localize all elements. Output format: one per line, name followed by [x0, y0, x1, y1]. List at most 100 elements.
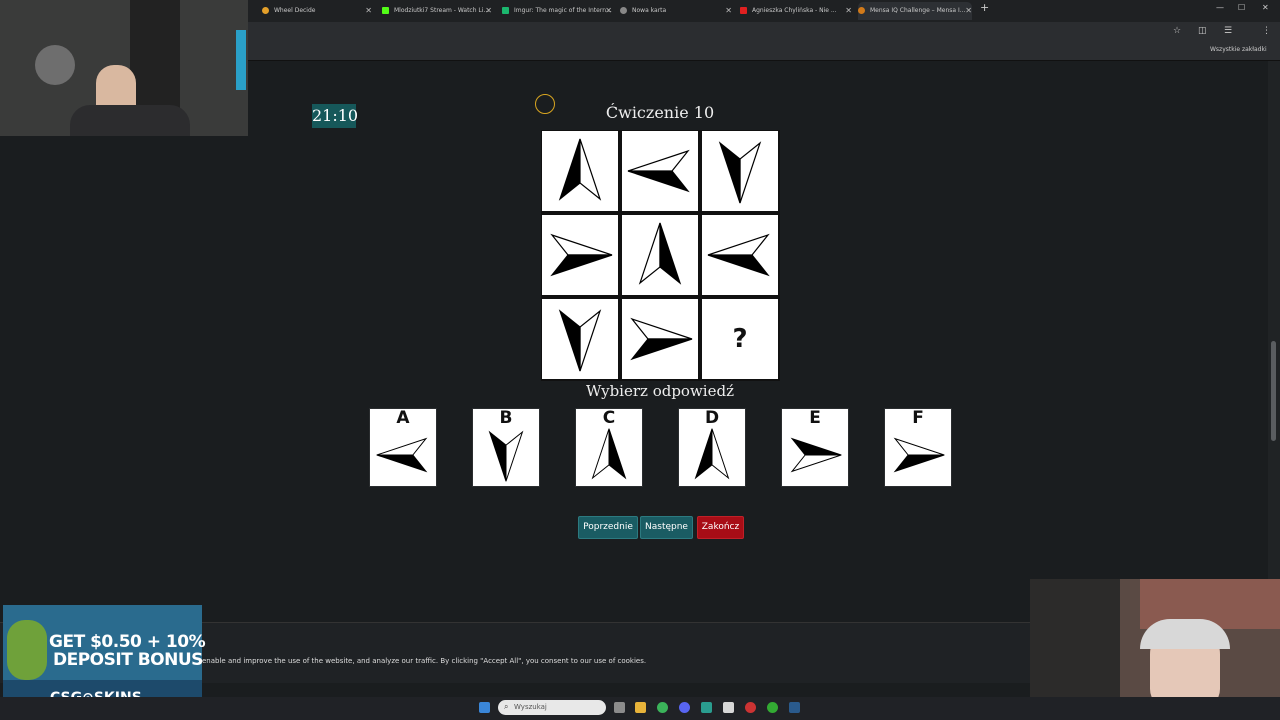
arrow-left-half — [739, 141, 762, 204]
answer-option-b[interactable]: B — [472, 408, 540, 487]
option-label: A — [396, 408, 410, 428]
tab-stream[interactable]: Mlodziutki7 Stream - Watch Li... ✕ — [382, 2, 492, 20]
tab-label: Agnieszka Chylińska - Nie ... — [752, 7, 837, 14]
arrow-figure — [638, 222, 682, 285]
puzzle-cell — [542, 131, 618, 211]
arrow-right-half — [376, 437, 428, 456]
arrow-figure — [718, 141, 762, 204]
arrow-left-half — [694, 428, 713, 480]
minimize-icon[interactable]: — — [1216, 3, 1224, 12]
tab-imgur[interactable]: Imgur: The magic of the Intern... ✕ — [502, 2, 612, 20]
extensions-icon[interactable]: ◫ — [1198, 26, 1207, 36]
puzzle-grid: ? — [541, 130, 780, 381]
choose-answer-label: Wybierz odpowiedź — [586, 382, 734, 400]
wheel-favicon-icon — [262, 7, 269, 14]
promo-line-1: GET $0.50 + 10% — [49, 632, 206, 652]
puzzle-cell — [622, 215, 698, 295]
answer-option-e[interactable]: E — [781, 408, 849, 487]
close-tab-icon[interactable]: ✕ — [605, 2, 612, 20]
light-strip — [236, 30, 246, 90]
chrome-favicon-icon — [620, 7, 627, 14]
arrow-left-half — [376, 454, 428, 473]
star-icon[interactable]: ☆ — [1173, 26, 1181, 36]
arrow-right-half — [790, 454, 842, 473]
arrow-right-half — [627, 149, 690, 172]
close-window-icon[interactable]: ✕ — [1262, 3, 1269, 12]
arrow-left-half — [627, 170, 690, 193]
next-button[interactable]: Następne — [640, 516, 693, 539]
arrow-figure — [558, 138, 602, 201]
answer-option-d[interactable]: D — [678, 408, 746, 487]
tab-youtube[interactable]: Agnieszka Chylińska - Nie ... ✕ — [740, 2, 852, 20]
arrow-right-half — [579, 138, 602, 201]
tab-label: Mensa IQ Challenge – Mensa I... — [870, 7, 966, 14]
chrome-icon[interactable] — [657, 702, 668, 713]
option-label: E — [809, 408, 821, 428]
kick-favicon-icon — [382, 7, 389, 14]
puzzle-cell — [542, 299, 618, 379]
arrow-left-half — [579, 309, 602, 372]
page-title: Ćwiczenie 10 — [605, 103, 715, 122]
steam-icon[interactable] — [789, 702, 800, 713]
arrow-right-half — [659, 222, 682, 285]
close-tab-icon[interactable]: ✕ — [365, 2, 372, 20]
tab-mensa[interactable]: Mensa IQ Challenge – Mensa I... ✕ — [858, 2, 972, 20]
imgur-favicon-icon — [502, 7, 509, 14]
app-icon[interactable] — [767, 702, 778, 713]
file-explorer-icon[interactable] — [635, 702, 646, 713]
tab-label: Wheel Decide — [274, 7, 316, 14]
tab-new[interactable]: Nowa karta ✕ — [620, 2, 732, 20]
timer: 21:10 — [312, 104, 358, 128]
menu-icon[interactable]: ⋮ — [1262, 26, 1271, 36]
answer-option-a[interactable]: A — [369, 408, 437, 487]
maximize-icon[interactable]: ☐ — [1238, 3, 1245, 12]
arrow-left-half — [707, 254, 770, 277]
answer-option-f[interactable]: F — [884, 408, 952, 487]
arrow-right-half — [893, 454, 945, 473]
puzzle-cell — [542, 215, 618, 295]
task-view-icon[interactable] — [614, 702, 625, 713]
arrow-left-half — [630, 317, 693, 340]
previous-button[interactable]: Poprzednie — [578, 516, 638, 539]
discord-icon[interactable] — [679, 702, 690, 713]
arrow-right-half — [718, 141, 741, 204]
promo-line-2: DEPOSIT BONUS — [53, 650, 203, 670]
all-bookmarks-link[interactable]: Wszystkie zakładki — [1210, 46, 1267, 53]
headphones — [1140, 619, 1230, 649]
scrollbar-thumb[interactable] — [1271, 341, 1276, 441]
windows-start-icon[interactable] — [479, 702, 490, 713]
cursor-highlight — [535, 94, 555, 114]
arrow-figure — [550, 233, 613, 277]
option-label: F — [912, 408, 924, 428]
arrow-figure — [558, 309, 602, 372]
finish-button[interactable]: Zakończ — [697, 516, 744, 539]
promo-character — [7, 620, 47, 680]
close-tab-icon[interactable]: ✕ — [845, 2, 852, 20]
arrow-left-half — [505, 430, 524, 482]
app-icon[interactable] — [701, 702, 712, 713]
new-tab-button[interactable]: + — [980, 1, 989, 14]
option-label: C — [602, 408, 616, 428]
puzzle-cell — [622, 299, 698, 379]
app-icon[interactable] — [745, 702, 756, 713]
close-tab-icon[interactable]: ✕ — [965, 2, 972, 20]
youtube-favicon-icon — [740, 7, 747, 14]
arrow-figure — [630, 317, 693, 361]
answer-option-c[interactable]: C — [575, 408, 643, 487]
shelf — [130, 0, 180, 110]
arrow-right-half — [488, 430, 507, 482]
close-tab-icon[interactable]: ✕ — [725, 2, 732, 20]
puzzle-cell — [702, 131, 778, 211]
fan — [35, 45, 75, 85]
arrow-right-half — [550, 254, 613, 277]
search-icon: ⌕ — [504, 702, 509, 711]
mensa-favicon-icon — [858, 7, 865, 14]
tab-wheel-decide[interactable]: Wheel Decide ✕ — [262, 2, 372, 20]
arrow-left-half — [638, 222, 661, 285]
arrow-left-half — [558, 138, 581, 201]
taskbar-search-input[interactable]: Wyszukaj — [498, 700, 606, 715]
cast-icon[interactable]: ☰ — [1224, 26, 1232, 36]
puzzle-cell-missing: ? — [702, 299, 778, 379]
app-icon[interactable] — [723, 702, 734, 713]
close-tab-icon[interactable]: ✕ — [485, 2, 492, 20]
